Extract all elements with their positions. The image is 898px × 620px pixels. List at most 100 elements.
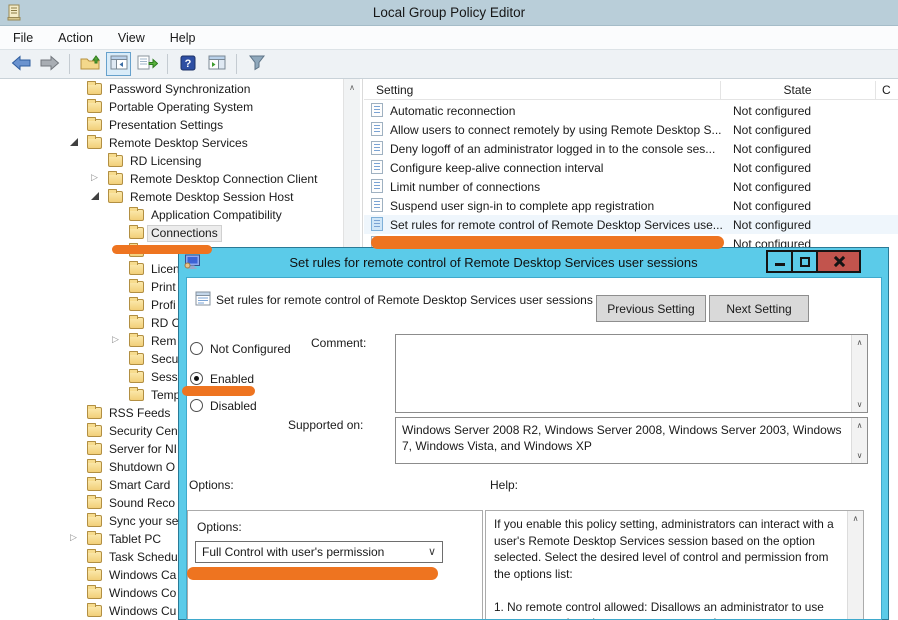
tree-item-remote-desktop-connection-client[interactable]: ▷ Remote Desktop Connection Client [0, 170, 343, 188]
folder-icon [87, 605, 102, 617]
supported-on-field[interactable]: Windows Server 2008 R2, Windows Server 2… [395, 417, 868, 464]
folder-icon [129, 317, 144, 329]
tree-item-remote-desktop-services[interactable]: Remote Desktop Services [0, 134, 343, 152]
tree-item-label: Windows Co [105, 585, 180, 602]
menu-item-action[interactable]: Action [58, 31, 93, 45]
setting-row-automatic-reconnection[interactable]: Automatic reconnectionNot configured [364, 101, 898, 120]
tree-item-label: Remote Desktop Session Host [126, 189, 297, 206]
tree-collapsed-icon[interactable]: ▷ [91, 172, 98, 183]
folder-icon [87, 515, 102, 527]
radio-not-configured[interactable]: Not Configured [190, 340, 291, 357]
tree-item-label: Rem [147, 333, 180, 350]
comment-field[interactable]: ∧ ∨ [395, 334, 868, 413]
supported-scrollbar[interactable]: ∧ ∨ [851, 418, 867, 463]
toolbar-separator [167, 54, 168, 74]
export-list-icon [137, 55, 158, 73]
folder-icon [108, 155, 123, 167]
toolbar-separator [236, 54, 237, 74]
setting-row-configure-keep-alive-connection-interval[interactable]: Configure keep-alive connection interval… [364, 158, 898, 177]
tree-item-label: RSS Feeds [105, 405, 174, 422]
help-section-label: Help: [490, 478, 518, 492]
toolbar-forward-arrow-button[interactable] [37, 52, 62, 76]
radio-button-icon[interactable] [190, 342, 203, 355]
list-header: Setting State C [364, 80, 898, 100]
tree-item-connections[interactable]: Connections [0, 224, 343, 242]
setting-name: Allow users to connect remotely by using… [390, 123, 721, 137]
toolbar-export-list-button[interactable] [135, 52, 160, 76]
tree-item-remote-desktop-session-host[interactable]: Remote Desktop Session Host [0, 188, 343, 206]
annotation-list-row-highlight [371, 236, 724, 249]
scroll-down-icon[interactable]: ∨ [852, 397, 867, 412]
setting-row-suspend-user-sign-in-to-complete-app-registration[interactable]: Suspend user sign-in to complete app reg… [364, 196, 898, 215]
scroll-down-icon[interactable]: ∨ [848, 614, 863, 620]
toolbar-filter-button[interactable] [244, 52, 269, 76]
scroll-up-icon[interactable]: ∧ [848, 511, 863, 526]
toolbar-back-arrow-button[interactable] [8, 52, 33, 76]
toolbar-console-tree-button[interactable] [106, 52, 131, 76]
supported-on-label: Supported on: [288, 418, 363, 432]
tree-collapsed-icon[interactable]: ▷ [70, 532, 77, 543]
maximize-button[interactable] [791, 250, 818, 273]
maximize-icon [800, 257, 810, 267]
setting-row-deny-logoff-of-an-administrator-logged-in-to-the-console-ses[interactable]: Deny logoff of an administrator logged i… [364, 139, 898, 158]
setting-row-set-rules-for-remote-control-of-remote-desktop-services-use[interactable]: Set rules for remote control of Remote D… [364, 215, 898, 234]
control-level-dropdown[interactable]: Full Control with user's permission ∨ [195, 541, 443, 563]
tree-item-presentation-settings[interactable]: Presentation Settings [0, 116, 343, 134]
policy-item-icon [371, 179, 383, 193]
options-section-label: Options: [189, 478, 234, 492]
radio-button-icon[interactable] [190, 372, 203, 385]
radio-button-icon[interactable] [190, 399, 203, 412]
radio-label: Enabled [210, 372, 254, 386]
setting-name: Automatic reconnection [390, 104, 515, 118]
folder-icon [87, 533, 102, 545]
tree-item-label: Connections [147, 225, 222, 242]
menu-item-file[interactable]: File [13, 31, 33, 45]
toolbar-help-button[interactable]: ? [175, 52, 200, 76]
scroll-up-icon[interactable]: ∧ [344, 79, 360, 96]
column-header-setting[interactable]: Setting [376, 83, 413, 97]
menu-item-view[interactable]: View [118, 31, 145, 45]
help-scrollbar[interactable]: ∧ ∨ [847, 511, 863, 620]
folder-icon [87, 137, 102, 149]
scroll-up-icon[interactable]: ∧ [852, 335, 867, 350]
folder-icon [87, 443, 102, 455]
toolbar-action-pane-button[interactable] [204, 52, 229, 76]
previous-setting-button[interactable]: Previous Setting [596, 295, 706, 322]
tree-expanded-icon[interactable] [91, 192, 99, 200]
minimize-icon [775, 263, 785, 266]
column-header-state[interactable]: State [720, 83, 875, 97]
column-separator [875, 81, 876, 99]
folder-icon [87, 479, 102, 491]
scroll-down-icon[interactable]: ∨ [852, 448, 867, 463]
tree-item-application-compatibility[interactable]: Application Compatibility [0, 206, 343, 224]
setting-row-limit-number-of-connections[interactable]: Limit number of connectionsNot configure… [364, 177, 898, 196]
folder-icon [87, 83, 102, 95]
setting-row-allow-users-to-connect-remotely-by-using-remote-desktop-s[interactable]: Allow users to connect remotely by using… [364, 120, 898, 139]
radio-disabled[interactable]: Disabled [190, 397, 257, 414]
svg-text:?: ? [184, 58, 191, 70]
annotation-enabled-underline [182, 386, 255, 396]
tree-item-label: Sound Reco [105, 495, 179, 512]
tree-expanded-icon[interactable] [70, 138, 78, 146]
close-button[interactable] [816, 250, 861, 273]
comment-scrollbar[interactable]: ∧ ∨ [851, 335, 867, 412]
tree-item-label: Security Cen [105, 423, 182, 440]
menu-item-help[interactable]: Help [170, 31, 196, 45]
help-text: If you enable this policy setting, admin… [494, 516, 841, 620]
toolbar-folder-up-button[interactable] [77, 52, 102, 76]
tree-item-password-synchronization[interactable]: Password Synchronization [0, 80, 343, 98]
tree-item-portable-operating-system[interactable]: Portable Operating System [0, 98, 343, 116]
radio-enabled[interactable]: Enabled [190, 370, 254, 387]
tree-item-rd-licensing[interactable]: RD Licensing [0, 152, 343, 170]
gpedit-scroll-icon [7, 4, 21, 24]
help-icon: ? [180, 55, 196, 74]
scroll-up-icon[interactable]: ∧ [852, 418, 867, 433]
folder-up-icon [80, 54, 100, 74]
next-setting-button[interactable]: Next Setting [709, 295, 809, 322]
tree-item-label: Smart Card [105, 477, 174, 494]
tree-collapsed-icon[interactable]: ▷ [112, 334, 119, 345]
column-header-comment[interactable]: C [882, 83, 891, 97]
tree-item-label: Remote Desktop Connection Client [126, 171, 321, 188]
minimize-button[interactable] [766, 250, 793, 273]
options-group-label: Options: [197, 520, 242, 534]
